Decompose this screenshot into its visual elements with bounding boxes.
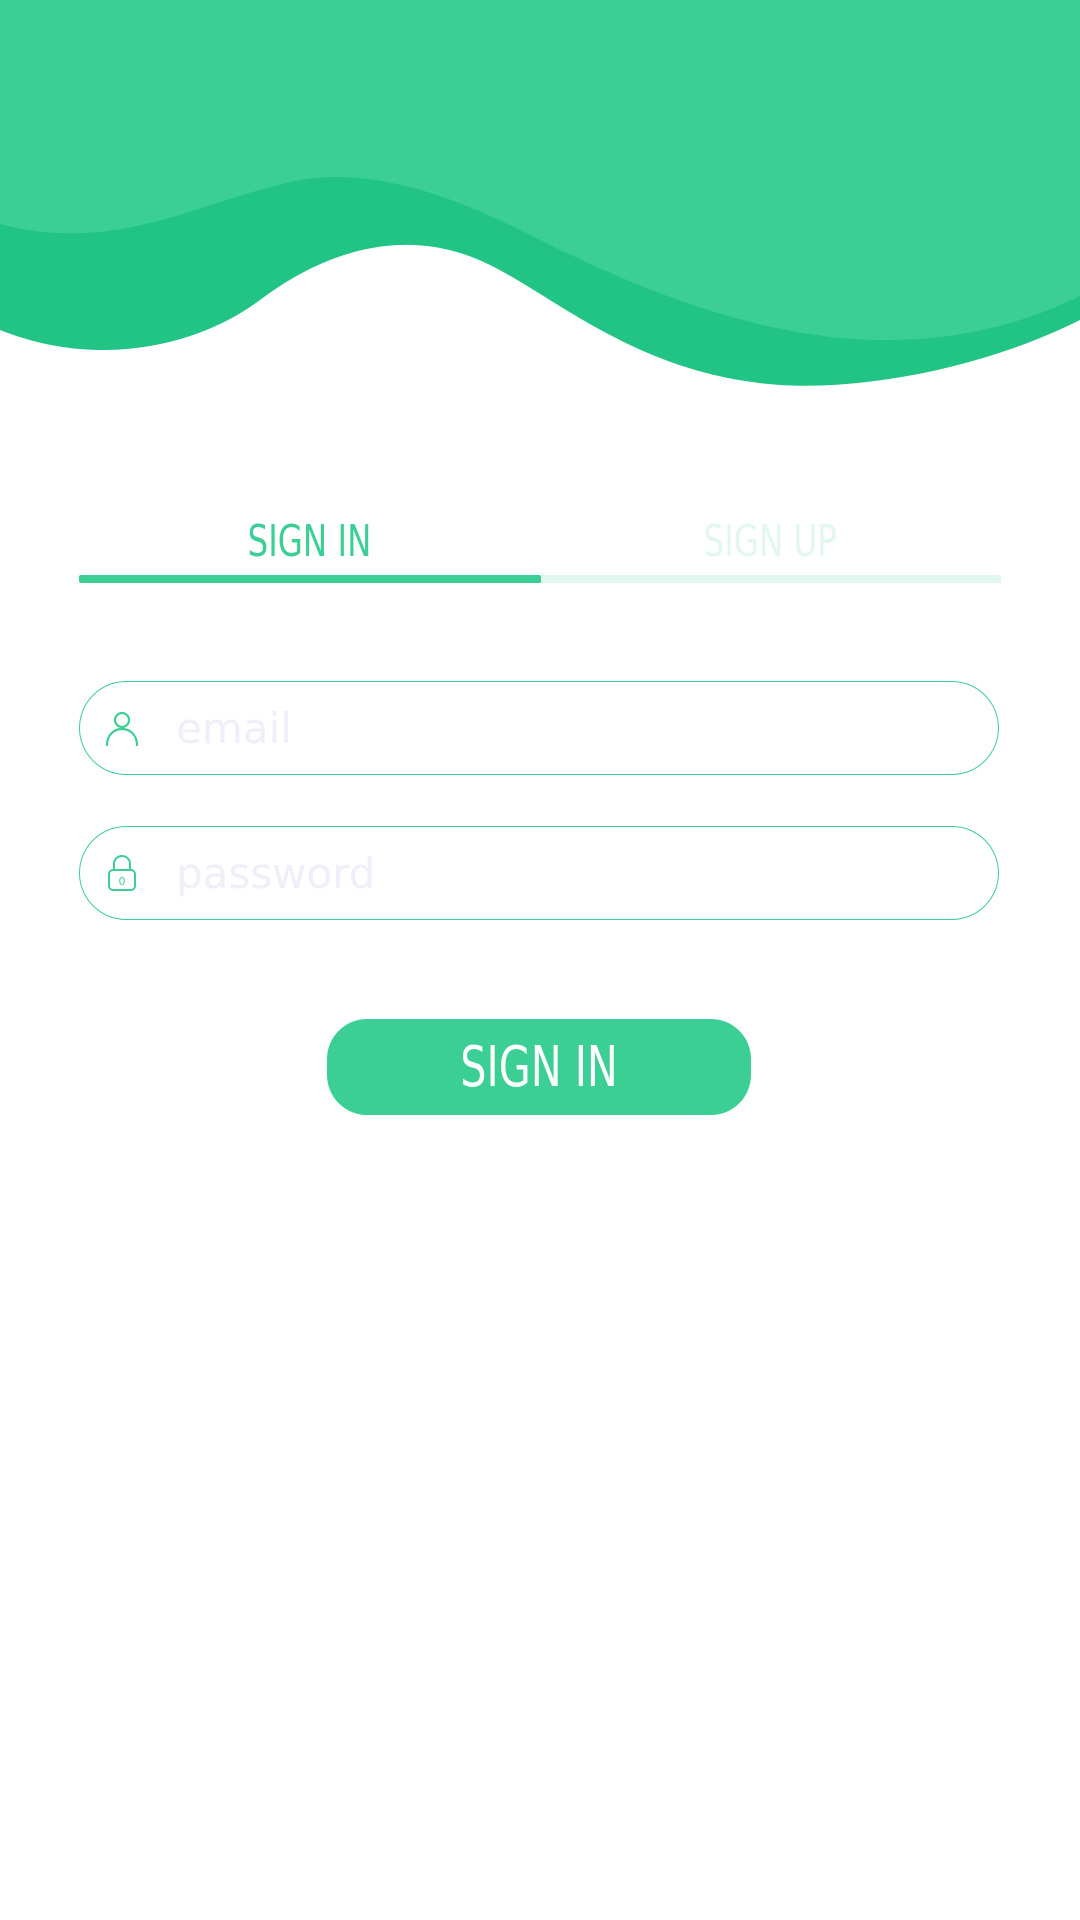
header-wave-decoration — [0, 0, 1080, 386]
lock-icon-glyph: 0 — [119, 875, 126, 888]
password-input[interactable] — [176, 841, 956, 905]
tab-active-indicator — [79, 575, 541, 583]
tab-sign-up-label: SIGN UP — [703, 515, 838, 567]
tab-sign-up[interactable]: SIGN UP — [540, 506, 1001, 576]
email-input[interactable] — [176, 696, 956, 760]
email-field[interactable] — [79, 681, 999, 775]
sign-in-button-label: SIGN IN — [460, 1034, 618, 1100]
user-icon — [105, 711, 139, 747]
lock-icon: 0 — [108, 854, 136, 891]
password-field[interactable]: 0 — [79, 826, 999, 920]
tab-sign-in-label: SIGN IN — [247, 515, 372, 567]
auth-tabs: SIGN IN SIGN UP — [79, 506, 1001, 586]
sign-in-button[interactable]: SIGN IN — [327, 1019, 751, 1115]
tab-sign-in[interactable]: SIGN IN — [79, 506, 540, 576]
